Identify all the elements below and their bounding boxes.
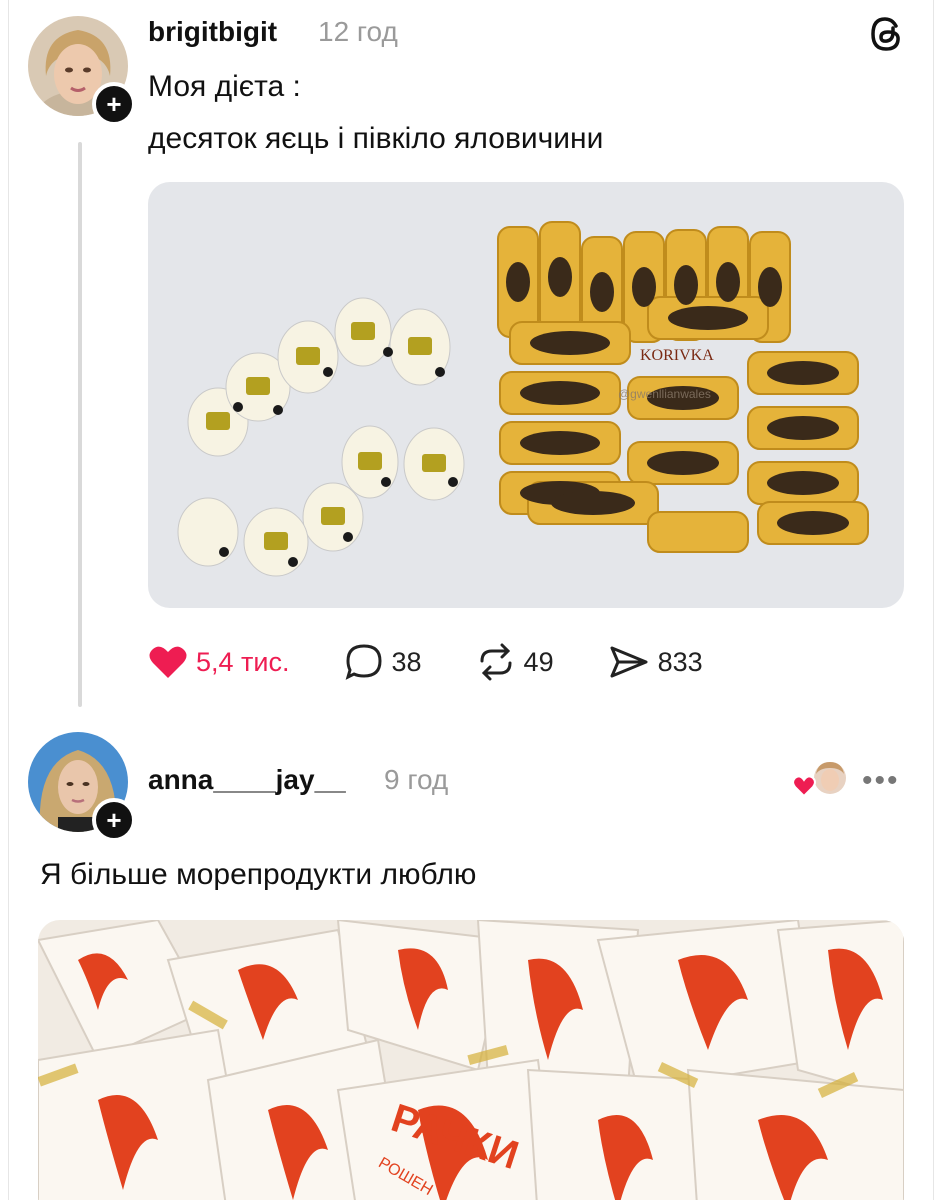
svg-text:KORIVKA: KORIVKA bbox=[640, 347, 714, 364]
comment-count: 38 bbox=[391, 646, 422, 677]
repost-button[interactable]: 49 bbox=[476, 643, 554, 681]
post-time: 9 год bbox=[384, 764, 449, 795]
repost-icon bbox=[480, 643, 512, 681]
post-image-candies[interactable]: РАЧКИ РОШЕН bbox=[38, 920, 904, 1200]
post-image-candies[interactable]: KORIVKA @gwenllianwales bbox=[148, 182, 904, 608]
post-text-line-1: Моя дієта : bbox=[148, 70, 301, 103]
post-actions-bar: 5,4 тис. 38 49 833 bbox=[148, 638, 757, 686]
heart-icon bbox=[149, 646, 187, 678]
post-time: 12 год bbox=[318, 16, 398, 47]
post-text: Я більше морепродукти люблю bbox=[40, 858, 477, 891]
threads-logo-icon[interactable] bbox=[866, 14, 906, 54]
svg-text:@gwenllianwales: @gwenllianwales bbox=[618, 387, 711, 401]
repost-count: 49 bbox=[523, 646, 554, 677]
post-username[interactable]: anna____jay__ bbox=[148, 764, 346, 796]
follow-plus-icon[interactable]: + bbox=[92, 798, 136, 842]
share-icon bbox=[610, 646, 648, 678]
liked-by-author-indicator bbox=[790, 760, 850, 800]
post-username[interactable]: brigitbigit bbox=[148, 16, 277, 48]
comment-button[interactable]: 38 bbox=[344, 643, 422, 681]
thread-connector-line bbox=[78, 142, 82, 707]
heart-icon bbox=[792, 775, 816, 798]
share-button[interactable]: 833 bbox=[608, 643, 703, 681]
like-count: 5,4 тис. bbox=[196, 646, 290, 677]
more-icon[interactable]: ••• bbox=[862, 764, 900, 798]
like-button[interactable]: 5,4 тис. bbox=[148, 644, 290, 680]
share-count: 833 bbox=[657, 646, 703, 677]
follow-plus-icon[interactable]: + bbox=[92, 82, 136, 126]
comment-icon bbox=[345, 644, 382, 680]
post-text-line-2: десяток яєць і півкіло яловичини bbox=[148, 122, 604, 155]
